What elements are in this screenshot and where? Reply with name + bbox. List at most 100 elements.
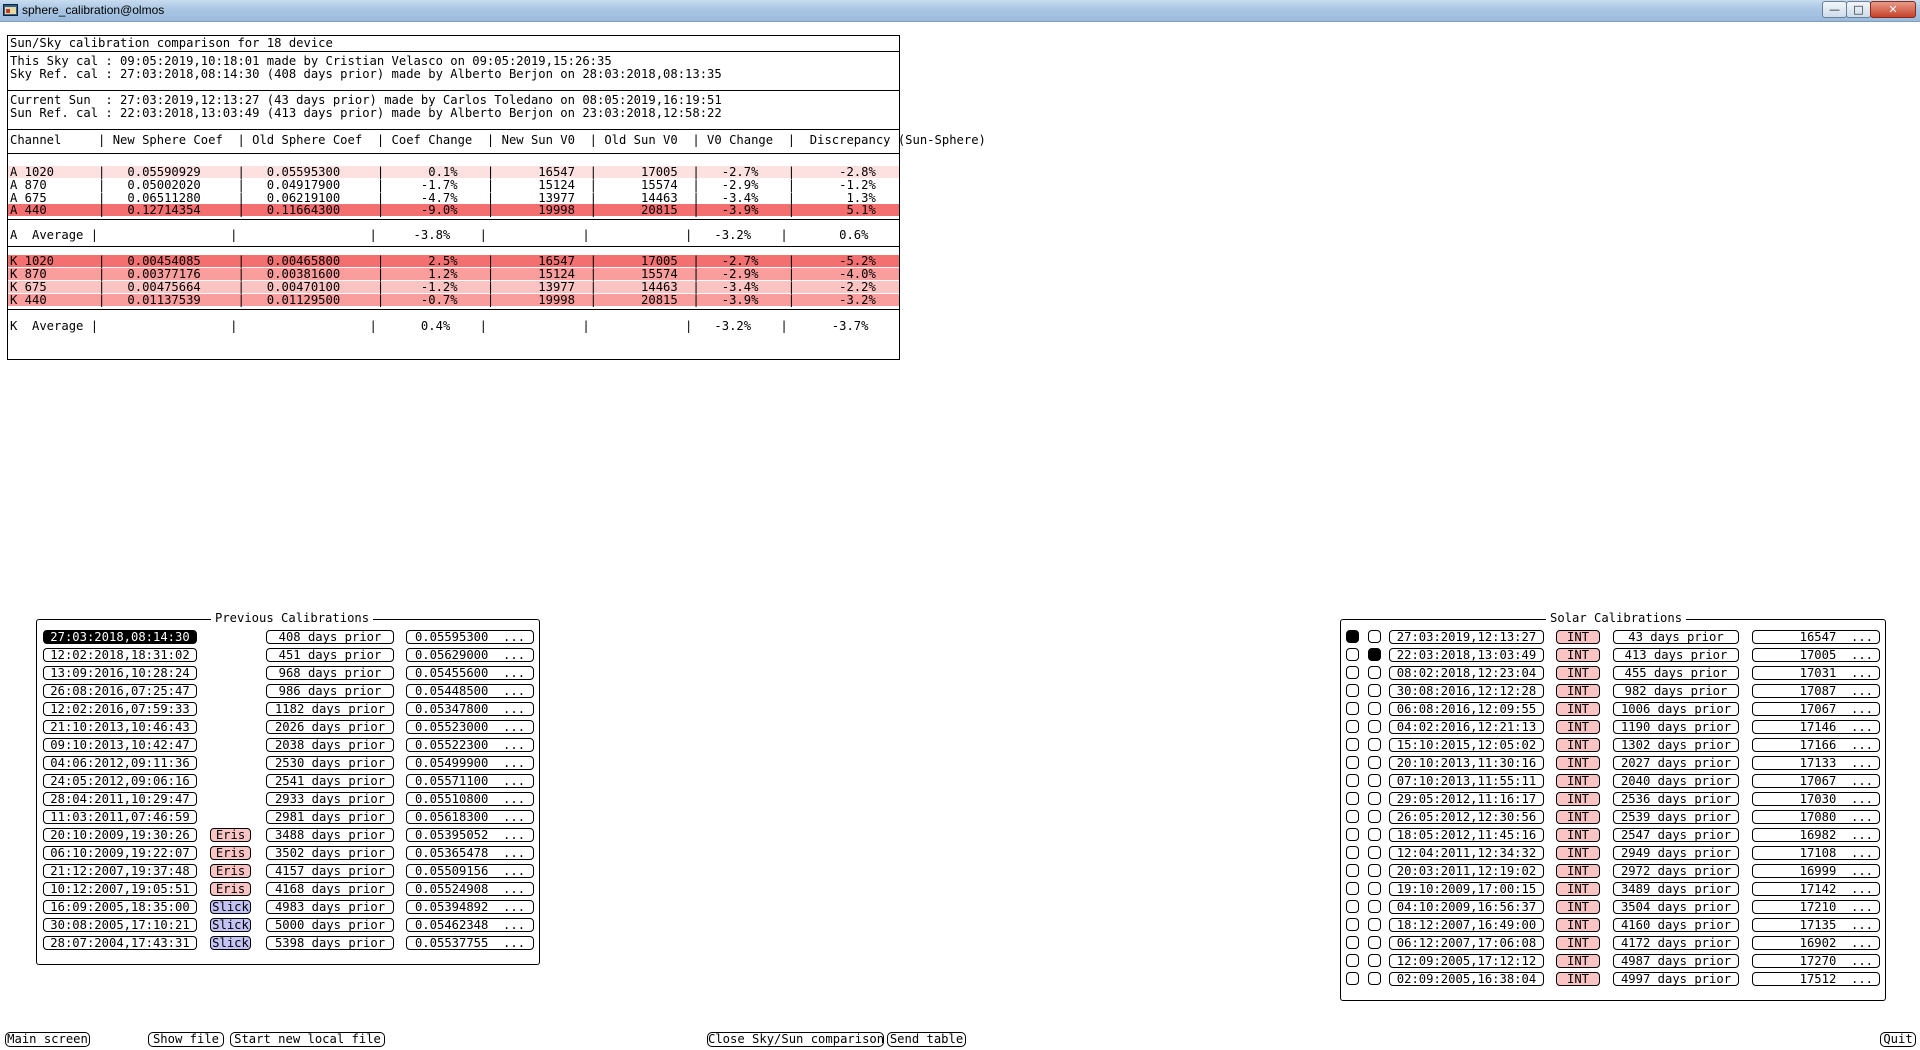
solar-date-button[interactable]: 22:03:2018,13:03:49 [1389,648,1544,662]
v0-details-button[interactable]: 17270 ... [1752,954,1880,968]
v0-details-button[interactable]: 17031 ... [1752,666,1880,680]
send-table-button[interactable]: Send table [887,1032,966,1047]
reference-sun-radio[interactable] [1368,630,1381,643]
reference-sun-radio[interactable] [1368,756,1381,769]
current-sun-radio[interactable] [1346,702,1359,715]
coefficient-details-button[interactable]: 0.05629000 ... [406,648,534,662]
coefficient-details-button[interactable]: 0.05448500 ... [406,684,534,698]
current-sun-radio[interactable] [1346,936,1359,949]
reference-sun-radio[interactable] [1368,684,1381,697]
coefficient-details-button[interactable]: 0.05618300 ... [406,810,534,824]
v0-details-button[interactable]: 17135 ... [1752,918,1880,932]
v0-details-button[interactable]: 16547 ... [1752,630,1880,644]
solar-date-button[interactable]: 30:08:2016,12:12:28 [1389,684,1544,698]
current-sun-radio[interactable] [1346,810,1359,823]
solar-date-button[interactable]: 26:05:2012,12:30:56 [1389,810,1544,824]
calibration-date-button[interactable]: 28:04:2011,10:29:47 [43,792,197,806]
current-sun-radio[interactable] [1346,666,1359,679]
calibration-date-button[interactable]: 26:08:2016,07:25:47 [43,684,197,698]
current-sun-radio[interactable] [1346,918,1359,931]
solar-date-button[interactable]: 18:05:2012,11:45:16 [1389,828,1544,842]
v0-details-button[interactable]: 17108 ... [1752,846,1880,860]
solar-date-button[interactable]: 04:02:2016,12:21:13 [1389,720,1544,734]
solar-date-button[interactable]: 27:03:2019,12:13:27 [1389,630,1544,644]
calibration-date-button[interactable]: 10:12:2007,19:05:51 [43,882,197,896]
v0-details-button[interactable]: 17512 ... [1752,972,1880,986]
solar-date-button[interactable]: 19:10:2009,17:00:15 [1389,882,1544,896]
reference-sun-radio[interactable] [1368,810,1381,823]
v0-details-button[interactable]: 17142 ... [1752,882,1880,896]
coefficient-details-button[interactable]: 0.05347800 ... [406,702,534,716]
solar-date-button[interactable]: 20:03:2011,12:19:02 [1389,864,1544,878]
reference-sun-radio[interactable] [1368,900,1381,913]
solar-date-button[interactable]: 07:10:2013,11:55:11 [1389,774,1544,788]
current-sun-radio[interactable] [1346,774,1359,787]
v0-details-button[interactable]: 17067 ... [1752,774,1880,788]
reference-sun-radio[interactable] [1368,828,1381,841]
v0-details-button[interactable]: 17166 ... [1752,738,1880,752]
current-sun-radio[interactable] [1346,900,1359,913]
coefficient-details-button[interactable]: 0.05499900 ... [406,756,534,770]
calibration-date-button[interactable]: 24:05:2012,09:06:16 [43,774,197,788]
v0-details-button[interactable]: 17133 ... [1752,756,1880,770]
coefficient-details-button[interactable]: 0.05365478 ... [406,846,534,860]
reference-sun-radio[interactable] [1368,648,1381,661]
reference-sun-radio[interactable] [1368,720,1381,733]
reference-sun-radio[interactable] [1368,882,1381,895]
coefficient-details-button[interactable]: 0.05523000 ... [406,720,534,734]
reference-sun-radio[interactable] [1368,918,1381,931]
solar-date-button[interactable]: 15:10:2015,12:05:02 [1389,738,1544,752]
solar-date-button[interactable]: 08:02:2018,12:23:04 [1389,666,1544,680]
coefficient-details-button[interactable]: 0.05455600 ... [406,666,534,680]
calibration-date-button[interactable]: 28:07:2004,17:43:31 [43,936,197,950]
reference-sun-radio[interactable] [1368,666,1381,679]
calibration-date-button[interactable]: 21:10:2013,10:46:43 [43,720,197,734]
coefficient-details-button[interactable]: 0.05522300 ... [406,738,534,752]
coefficient-details-button[interactable]: 0.05509156 ... [406,864,534,878]
current-sun-radio[interactable] [1346,756,1359,769]
start-new-local-file-button[interactable]: Start new local file [230,1032,385,1047]
v0-details-button[interactable]: 17146 ... [1752,720,1880,734]
calibration-date-button[interactable]: 06:10:2009,19:22:07 [43,846,197,860]
calibration-date-button[interactable]: 16:09:2005,18:35:00 [43,900,197,914]
solar-date-button[interactable]: 06:08:2016,12:09:55 [1389,702,1544,716]
current-sun-radio[interactable] [1346,738,1359,751]
minimize-icon[interactable]: — [1822,1,1847,18]
calibration-date-button[interactable]: 13:09:2016,10:28:24 [43,666,197,680]
coefficient-details-button[interactable]: 0.05595300 ... [406,630,534,644]
solar-date-button[interactable]: 04:10:2009,16:56:37 [1389,900,1544,914]
current-sun-radio[interactable] [1346,630,1359,643]
coefficient-details-button[interactable]: 0.05395052 ... [406,828,534,842]
calibration-date-button[interactable]: 12:02:2018,18:31:02 [43,648,197,662]
reference-sun-radio[interactable] [1368,972,1381,985]
reference-sun-radio[interactable] [1368,774,1381,787]
v0-details-button[interactable]: 17087 ... [1752,684,1880,698]
current-sun-radio[interactable] [1346,648,1359,661]
window-title-bar[interactable]: sphere_calibration@olmos — □ ✕ [0,0,1920,22]
current-sun-radio[interactable] [1346,864,1359,877]
reference-sun-radio[interactable] [1368,792,1381,805]
v0-details-button[interactable]: 17067 ... [1752,702,1880,716]
solar-date-button[interactable]: 12:09:2005,17:12:12 [1389,954,1544,968]
calibration-date-button[interactable]: 27:03:2018,08:14:30 [43,630,197,644]
current-sun-radio[interactable] [1346,954,1359,967]
solar-date-button[interactable]: 02:09:2005,16:38:04 [1389,972,1544,986]
reference-sun-radio[interactable] [1368,864,1381,877]
calibration-date-button[interactable]: 11:03:2011,07:46:59 [43,810,197,824]
v0-details-button[interactable]: 17080 ... [1752,810,1880,824]
coefficient-details-button[interactable]: 0.05394892 ... [406,900,534,914]
solar-date-button[interactable]: 06:12:2007,17:06:08 [1389,936,1544,950]
calibration-date-button[interactable]: 12:02:2016,07:59:33 [43,702,197,716]
solar-date-button[interactable]: 20:10:2013,11:30:16 [1389,756,1544,770]
calibration-date-button[interactable]: 21:12:2007,19:37:48 [43,864,197,878]
close-icon[interactable]: ✕ [1870,1,1916,18]
solar-date-button[interactable]: 18:12:2007,16:49:00 [1389,918,1544,932]
current-sun-radio[interactable] [1346,972,1359,985]
show-file-button[interactable]: Show file [148,1032,224,1047]
reference-sun-radio[interactable] [1368,702,1381,715]
v0-details-button[interactable]: 16902 ... [1752,936,1880,950]
current-sun-radio[interactable] [1346,828,1359,841]
calibration-date-button[interactable]: 30:08:2005,17:10:21 [43,918,197,932]
calibration-date-button[interactable]: 20:10:2009,19:30:26 [43,828,197,842]
current-sun-radio[interactable] [1346,846,1359,859]
